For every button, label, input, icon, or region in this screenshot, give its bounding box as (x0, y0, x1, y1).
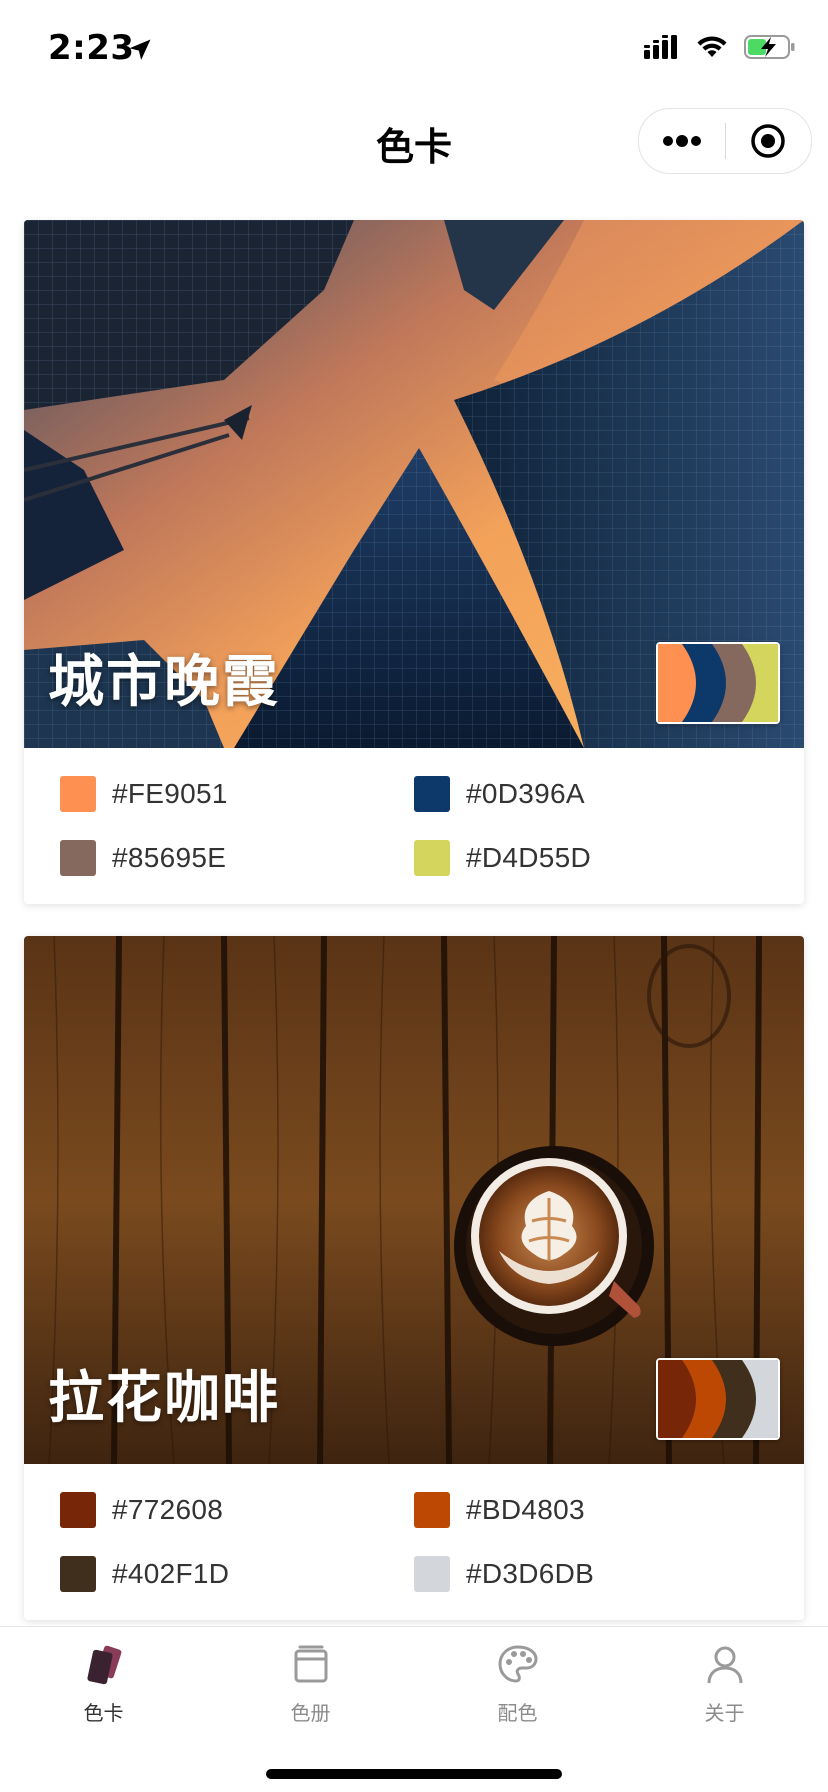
card-list: 城市晚霞 #FE9051 #0D396A #85695E #D4D55D 拉花咖… (0, 206, 828, 1626)
swatch-color-box (414, 776, 450, 812)
color-swatch[interactable]: #0D396A (414, 776, 768, 812)
cards-icon (86, 1645, 121, 1685)
tab-about[interactable]: 关于 (621, 1641, 828, 1726)
tab-label: 色卡 (83, 1701, 124, 1725)
tab-label: 配色 (497, 1701, 538, 1725)
close-mini-program-button[interactable] (726, 109, 812, 173)
palette-thumbnail[interactable] (656, 1358, 780, 1440)
palette-thumbnail[interactable] (656, 642, 780, 724)
color-swatch[interactable]: #FE9051 (60, 776, 414, 812)
color-swatch[interactable]: #85695E (60, 840, 414, 876)
tab-label: 色册 (290, 1701, 331, 1725)
swatch-color-box (414, 1556, 450, 1592)
palette-preview-icon (658, 644, 778, 722)
city-sunset-photo: 城市晚霞 (24, 220, 804, 748)
wifi-icon (697, 36, 727, 57)
home-indicator (266, 1769, 562, 1779)
swatch-hex-code: #772608 (112, 1494, 224, 1525)
color-card[interactable]: 拉花咖啡 #772608 #BD4803 #402F1D #D3D6DB (24, 936, 804, 1620)
swatch-color-box (60, 1492, 96, 1528)
battery-charging-icon (744, 35, 795, 59)
card-title: 拉花咖啡 (48, 1366, 280, 1431)
swatch-hex-code: #D3D6DB (466, 1558, 595, 1589)
swatch-color-box (60, 1556, 96, 1592)
swatch-hex-code: #85695E (112, 842, 227, 873)
color-swatch[interactable]: #BD4803 (414, 1492, 768, 1528)
color-card[interactable]: 城市晚霞 #FE9051 #0D396A #85695E #D4D55D (24, 220, 804, 904)
swatch-color-box (60, 840, 96, 876)
swatch-hex-code: #BD4803 (466, 1494, 585, 1525)
location-arrow-icon (129, 39, 151, 60)
color-swatch[interactable]: #402F1D (60, 1556, 414, 1592)
card-title: 城市晚霞 (48, 650, 280, 715)
swatch-hex-code: #0D396A (466, 778, 585, 809)
tab-bar: 色卡 色册 配色 关于 (0, 1626, 828, 1792)
swatch-hex-code: #402F1D (112, 1558, 230, 1589)
mini-program-capsule (638, 108, 812, 174)
album-icon (294, 1645, 327, 1683)
navigation-bar: 色卡 (0, 96, 828, 206)
color-swatch[interactable]: #772608 (60, 1492, 414, 1528)
target-circle-icon (751, 124, 785, 158)
tab-cards[interactable]: 色卡 (0, 1641, 207, 1726)
tab-album[interactable]: 色册 (207, 1641, 414, 1726)
swatch-hex-code: #FE9051 (112, 778, 228, 809)
status-time: 2:23 (48, 28, 135, 68)
swatch-color-box (414, 840, 450, 876)
status-icons (644, 34, 796, 60)
more-button[interactable] (639, 109, 725, 173)
person-icon (707, 1646, 742, 1684)
cellular-signal-icon (644, 35, 677, 59)
status-bar: 2:23 (0, 0, 828, 96)
color-swatch[interactable]: #D4D55D (414, 840, 768, 876)
swatch-color-box (414, 1492, 450, 1528)
color-swatch[interactable]: #D3D6DB (414, 1556, 768, 1592)
app-screen: 2:23 色卡 城市晚霞 #FE9051 #0D396A #85695E #D4… (0, 0, 828, 1792)
swatch-hex-code: #D4D55D (466, 842, 592, 873)
palette-icon (497, 1645, 538, 1683)
swatch-grid: #FE9051 #0D396A #85695E #D4D55D (24, 748, 804, 904)
tab-label: 关于 (704, 1701, 745, 1725)
latte-art-coffee-photo: 拉花咖啡 (24, 936, 804, 1464)
more-dots-icon (662, 135, 701, 147)
swatch-grid: #772608 #BD4803 #402F1D #D3D6DB (24, 1464, 804, 1620)
swatch-color-box (60, 776, 96, 812)
palette-preview-icon (658, 1360, 778, 1438)
tab-palette[interactable]: 配色 (414, 1641, 621, 1726)
